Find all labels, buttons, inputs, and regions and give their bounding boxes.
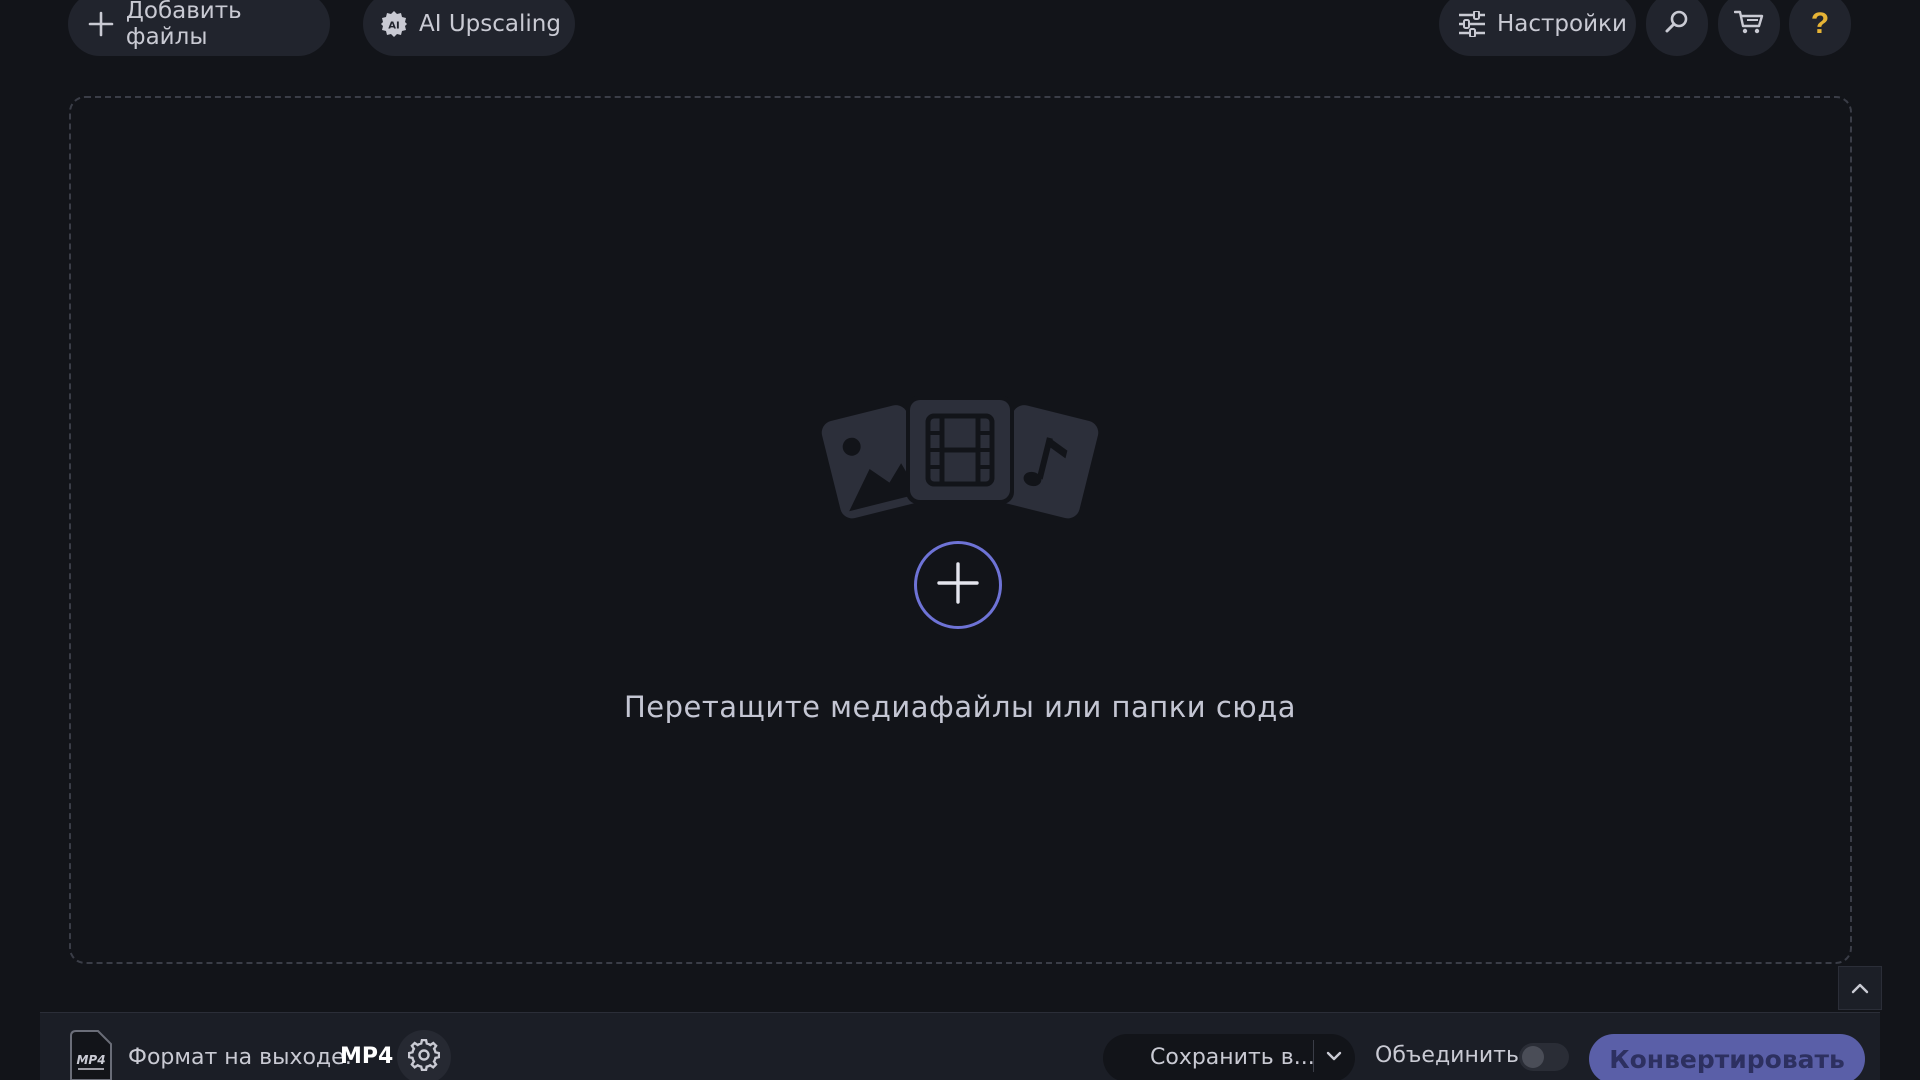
convert-button[interactable]: Конвертировать [1589, 1034, 1865, 1080]
chevron-up-icon [1851, 979, 1869, 998]
merge-toggle[interactable] [1519, 1043, 1569, 1071]
chevron-down-icon [1326, 1047, 1342, 1066]
cart-button[interactable] [1718, 0, 1780, 56]
format-icon-text: MP4 [76, 1053, 105, 1067]
output-format-value[interactable]: MP4 [340, 1044, 393, 1069]
gear-icon [407, 1038, 441, 1075]
search-button[interactable] [1646, 0, 1708, 56]
add-media-button[interactable] [914, 541, 1002, 629]
drop-hint-text: Перетащите медиафайлы или папки сюда [623, 690, 1297, 724]
add-files-button[interactable]: Добавить файлы [68, 0, 330, 56]
help-button[interactable]: ? [1789, 0, 1851, 56]
svg-text:AI: AI [388, 21, 399, 32]
settings-label: Настройки [1497, 11, 1627, 37]
output-format-file-icon[interactable]: MP4 [68, 1028, 114, 1080]
format-settings-button[interactable] [397, 1030, 451, 1080]
ai-chip-icon: AI [379, 9, 409, 39]
media-files-illustration [818, 394, 1102, 528]
settings-button[interactable]: Настройки [1439, 0, 1636, 56]
plus-icon [86, 9, 116, 39]
merge-toggle-knob [1522, 1046, 1544, 1068]
ai-upscaling-label: AI Upscaling [419, 11, 561, 37]
question-icon: ? [1810, 7, 1830, 40]
sliders-icon [1457, 9, 1487, 39]
app-window: Добавить файлы AI AI Upscaling Настройки [0, 0, 1920, 1080]
plus-icon [936, 561, 980, 609]
add-files-label: Добавить файлы [125, 0, 242, 50]
merge-label: Объединить: [1375, 1043, 1527, 1068]
save-to-dropdown[interactable] [1320, 1042, 1348, 1070]
drop-zone[interactable] [69, 96, 1852, 964]
save-divider [1313, 1040, 1314, 1072]
search-icon [1664, 9, 1690, 39]
scroll-up-button[interactable] [1838, 966, 1882, 1010]
ai-upscaling-button[interactable]: AI AI Upscaling [363, 0, 575, 56]
save-to-button[interactable]: Сохранить в... [1150, 1045, 1315, 1070]
cart-icon [1733, 9, 1764, 39]
output-format-label: Формат на выходе: [128, 1045, 353, 1070]
